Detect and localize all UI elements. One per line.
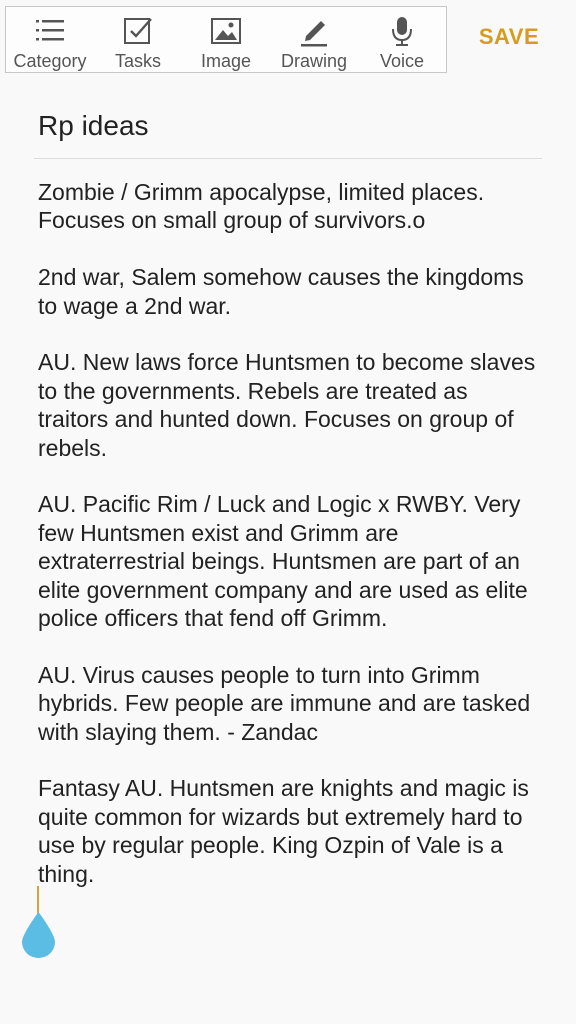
cursor-handle-icon[interactable] — [22, 912, 55, 958]
voice-button[interactable]: Voice — [358, 7, 446, 72]
note-paragraph: Zombie / Grimm apocalypse, limited place… — [38, 179, 485, 234]
image-button[interactable]: Image — [182, 7, 270, 72]
note-paragraph: AU. New laws force Huntsmen to become sl… — [38, 349, 536, 461]
image-icon — [211, 18, 241, 44]
tasks-button[interactable]: Tasks — [94, 7, 182, 72]
note-body[interactable]: Zombie / Grimm apocalypse, limited place… — [38, 178, 538, 916]
note-paragraph: Fantasy AU. Huntsmen are knights and mag… — [38, 775, 529, 887]
save-button[interactable]: SAVE — [470, 24, 548, 50]
note-paragraph: AU. Pacific Rim / Luck and Logic x RWBY.… — [38, 491, 528, 632]
pen-icon — [301, 21, 327, 47]
checkbox-icon — [124, 18, 152, 44]
image-label: Image — [200, 51, 252, 71]
note-paragraph: 2nd war, Salem somehow causes the kingdo… — [38, 264, 524, 319]
insert-toolbar: Category Tasks Image Drawing Voice — [5, 6, 447, 73]
list-icon — [36, 20, 64, 41]
note-editor-screen: Category Tasks Image Drawing Voice SAVE … — [0, 0, 576, 1024]
microphone-icon — [392, 17, 412, 46]
drawing-button[interactable]: Drawing — [270, 7, 358, 72]
category-button[interactable]: Category — [6, 7, 94, 72]
note-title[interactable]: Rp ideas — [38, 110, 149, 142]
voice-label: Voice — [379, 51, 425, 71]
tasks-label: Tasks — [114, 51, 161, 71]
title-divider — [34, 158, 542, 159]
note-paragraph: AU. Virus causes people to turn into Gri… — [38, 661, 531, 745]
category-label: Category — [13, 51, 87, 71]
drawing-label: Drawing — [280, 51, 348, 71]
